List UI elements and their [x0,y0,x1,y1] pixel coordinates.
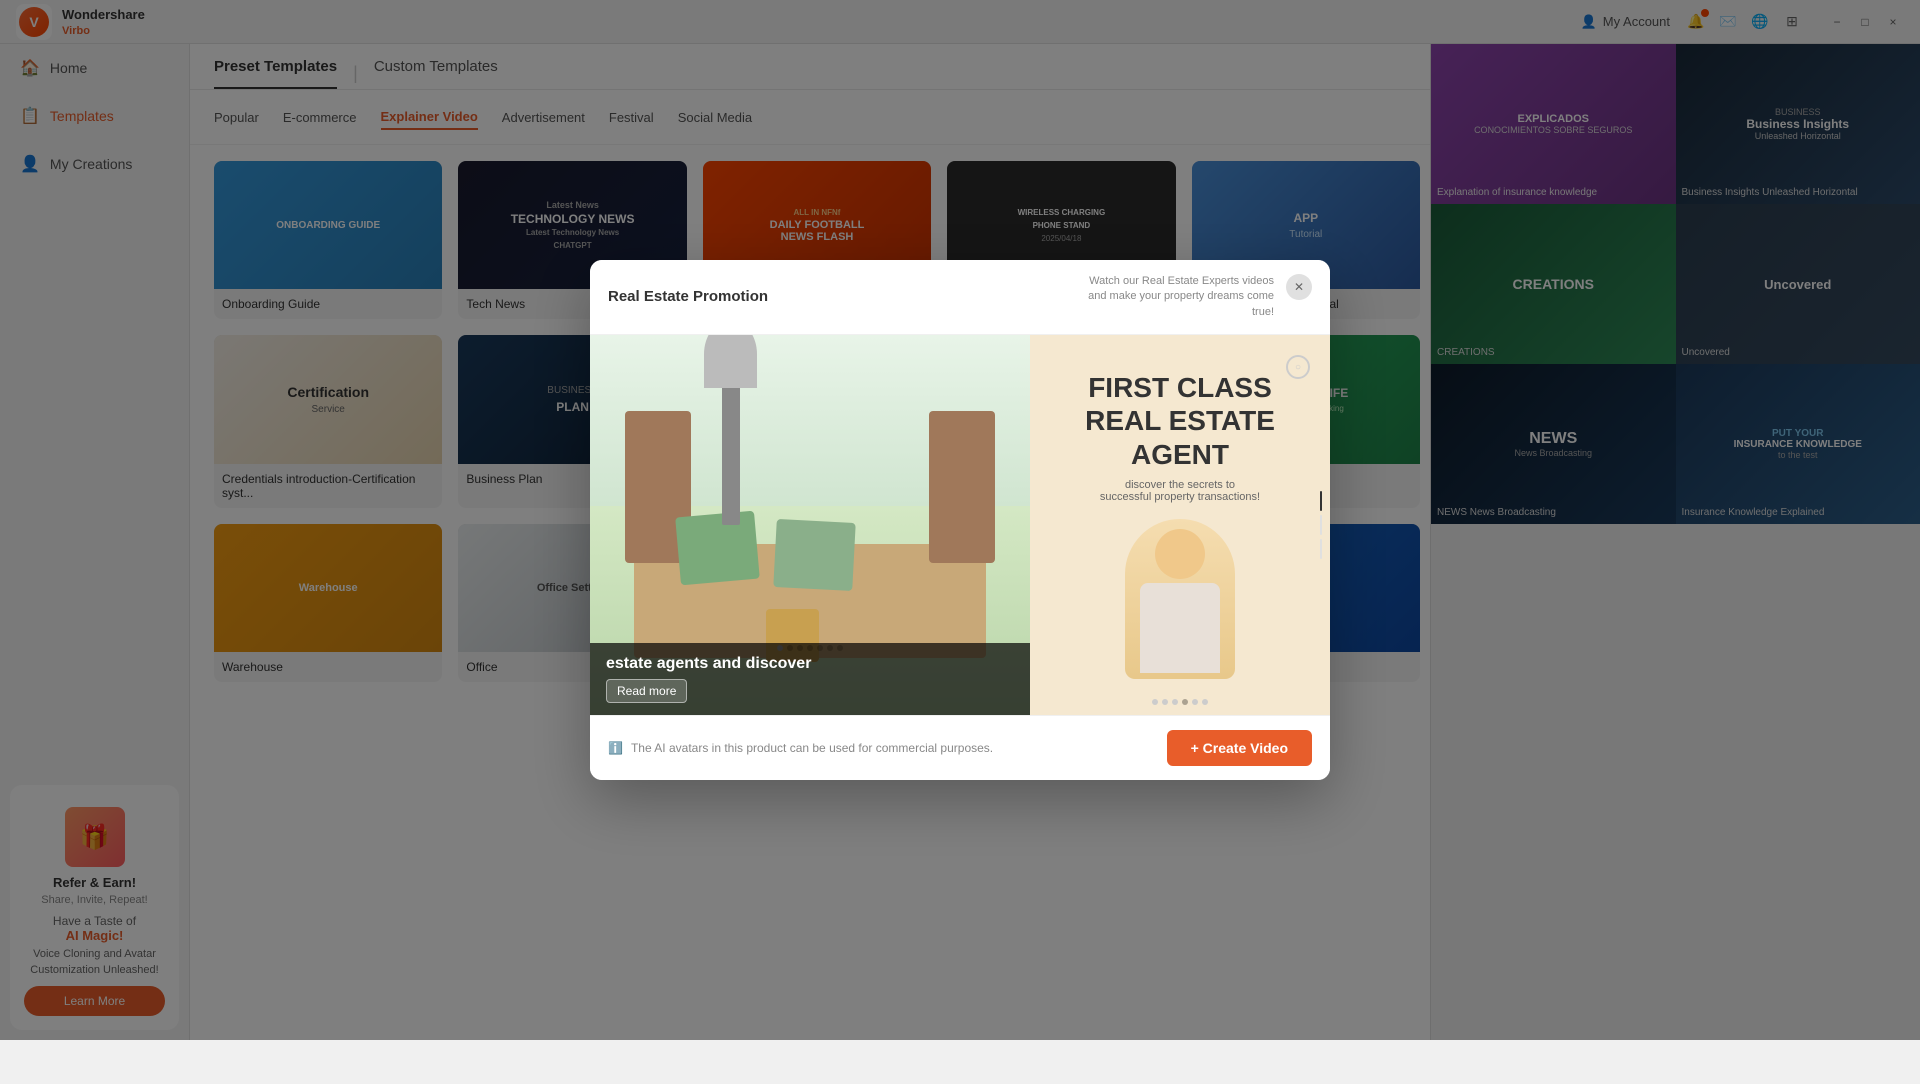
modal-body: estate agents and discover Read more [590,335,1330,715]
rdot-4 [1182,699,1188,705]
dot-7 [837,645,843,651]
rdot-1 [1152,699,1158,705]
caption-bar: estate agents and discover Read more [590,643,1030,715]
scroll-ind-3 [1320,539,1322,559]
dot-6 [827,645,833,651]
modal-close-button[interactable]: ✕ [1286,274,1312,300]
modal-real-estate: Real Estate Promotion Watch our Real Est… [590,260,1330,780]
modal-title-group: Real Estate Promotion [608,288,768,305]
person-avatar [1125,519,1235,679]
dot-1 [777,645,783,651]
scroll-ind-2 [1320,515,1322,535]
modal-footer: ℹ️ The AI avatars in this product can be… [590,715,1330,780]
dot-4 [807,645,813,651]
scroll-circle: ○ [1286,355,1310,379]
footer-notice: ℹ️ The AI avatars in this product can be… [608,741,993,755]
real-estate-subtext: discover the secrets tosuccessful proper… [1100,479,1260,503]
modal-overlay[interactable]: Real Estate Promotion Watch our Real Est… [0,0,1920,1040]
caption-text: estate agents and discover [606,655,1014,673]
rdot-6 [1202,699,1208,705]
modal-header-notice: Watch our Real Estate Experts videosand … [1074,274,1274,320]
rdot-2 [1162,699,1168,705]
preview-scroll-indicators [1320,491,1322,559]
scroll-ind-1 [1320,491,1322,511]
modal-title: Real Estate Promotion [608,288,768,305]
rdot-5 [1192,699,1198,705]
info-icon: ℹ️ [608,741,623,755]
footer-notice-text: The AI avatars in this product can be us… [631,741,993,755]
preview-right-panel: ○ FIRST CLASSREAL ESTATEAGENT discover t… [1030,335,1330,715]
rdot-3 [1172,699,1178,705]
dot-3 [797,645,803,651]
real-estate-heading: FIRST CLASSREAL ESTATEAGENT [1085,371,1275,472]
create-video-button[interactable]: + Create Video [1167,730,1312,766]
modal-header-right: Watch our Real Estate Experts videosand … [1074,274,1312,320]
preview-left-panel: estate agents and discover Read more [590,335,1030,715]
modal-header: Real Estate Promotion Watch our Real Est… [590,260,1330,335]
read-more-button[interactable]: Read more [606,679,687,703]
dot-2 [787,645,793,651]
dot-5 [817,645,823,651]
right-dots [1152,699,1208,705]
modal-preview: estate agents and discover Read more [590,335,1330,715]
preview-dots [777,645,843,651]
